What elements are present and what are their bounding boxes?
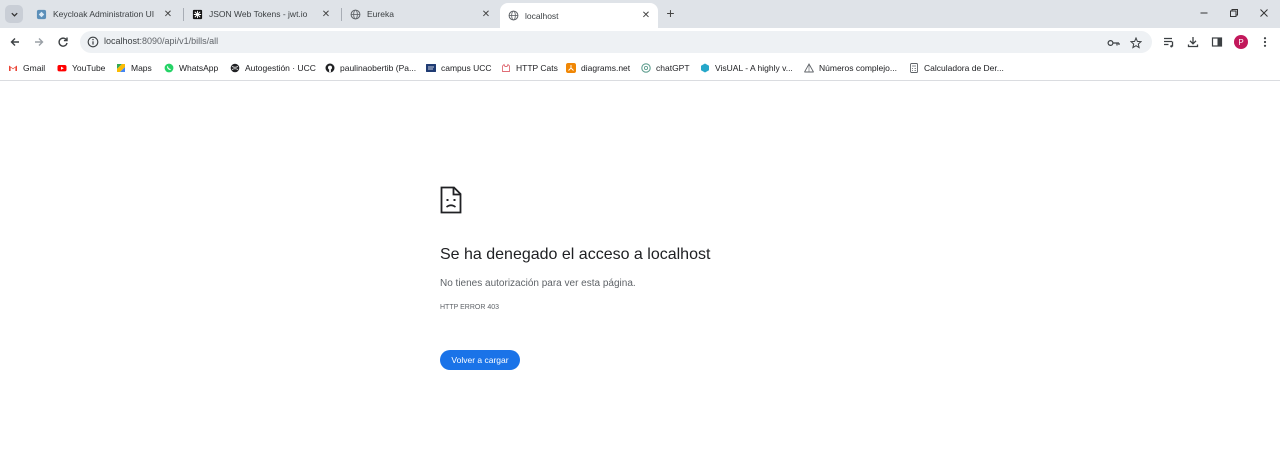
menu-button[interactable] — [1258, 35, 1272, 49]
cat-icon — [502, 63, 510, 72]
close-tab-icon[interactable]: ✕ — [640, 10, 652, 22]
reload-icon — [58, 37, 68, 47]
error-code: HTTP ERROR 403 — [440, 304, 499, 311]
media-controls-button[interactable] — [1162, 35, 1176, 49]
bookmark-star-button[interactable] — [1129, 36, 1142, 49]
globe-icon — [508, 10, 519, 21]
bookmark-github[interactable]: paulinaobertib (Pa... — [325, 61, 416, 75]
url-path: :8090/api/v1/bills/all — [139, 36, 219, 46]
address-bar[interactable]: localhost:8090/api/v1/bills/all — [80, 31, 1152, 53]
bookmark-label: Números complejo... — [819, 63, 897, 73]
error-title: Se ha denegado el acceso a localhost — [440, 246, 711, 263]
close-tab-icon[interactable]: ✕ — [320, 8, 332, 20]
error-description: No tienes autorización para ver esta pág… — [440, 278, 636, 289]
tab-keycloak[interactable]: Keycloak Administration UI ✕ — [28, 3, 180, 25]
bookmark-maps[interactable]: Maps — [116, 61, 152, 75]
youtube-icon — [57, 65, 67, 72]
tab-localhost[interactable]: localhost ✕ — [500, 3, 658, 28]
browser-toolbar: localhost:8090/api/v1/bills/all — [0, 28, 1280, 56]
new-tab-button[interactable]: + — [664, 6, 677, 20]
side-panel-button[interactable] — [1210, 35, 1224, 49]
ucc-icon — [426, 64, 436, 72]
side-panel-icon — [1211, 37, 1223, 47]
bookmark-numeros-complejos[interactable]: Números complejo... — [804, 61, 897, 75]
globe-icon — [350, 9, 361, 19]
close-icon — [1260, 9, 1268, 17]
close-tab-icon[interactable]: ✕ — [480, 8, 492, 20]
bookmark-calculadora[interactable]: Calculadora de Der... — [909, 61, 1004, 75]
gmail-icon — [9, 65, 17, 71]
tab-title: Eureka — [367, 9, 394, 19]
bookmark-chatgpt[interactable]: chatGPT — [641, 61, 690, 75]
bookmark-label: paulinaobertib (Pa... — [340, 63, 417, 73]
arrow-right-icon — [35, 38, 44, 46]
chatgpt-icon — [641, 63, 651, 73]
profile-avatar[interactable]: P — [1234, 35, 1248, 49]
github-icon — [325, 63, 335, 73]
close-tab-icon[interactable]: ✕ — [162, 8, 174, 20]
close-window-button[interactable] — [1257, 6, 1271, 20]
restore-button[interactable] — [1227, 6, 1241, 20]
info-icon[interactable] — [87, 36, 99, 48]
tab-jwt[interactable]: JSON Web Tokens - jwt.io ✕ — [184, 3, 338, 25]
bookmark-label: Autogestión · UCC — [245, 63, 316, 73]
tab-eureka[interactable]: Eureka ✕ — [342, 3, 498, 25]
downloads-button[interactable] — [1186, 35, 1200, 49]
url-text[interactable]: localhost:8090/api/v1/bills/all — [104, 36, 218, 46]
whatsapp-icon — [164, 63, 174, 73]
bookmark-label: VisUAL - A highly v... — [715, 63, 793, 73]
back-button[interactable] — [8, 35, 22, 49]
bookmarks-bar: Gmail YouTube Maps WhatsApp Autogestión … — [0, 56, 1280, 81]
triangle-icon — [804, 63, 814, 73]
tab-search-button[interactable] — [5, 5, 23, 23]
jwt-icon — [192, 9, 203, 19]
url-host: localhost — [104, 36, 140, 46]
visual-icon — [701, 63, 709, 73]
more-vert-icon — [1263, 37, 1267, 47]
bookmark-http-cats[interactable]: HTTP Cats — [501, 61, 558, 75]
bookmark-autogestion[interactable]: Autogestión · UCC — [230, 61, 316, 75]
maps-icon — [117, 64, 125, 72]
forward-button[interactable] — [32, 35, 46, 49]
bookmark-label: diagrams.net — [581, 63, 631, 73]
bookmark-label: Maps — [131, 63, 152, 73]
arrow-left-icon — [10, 38, 19, 46]
bookmark-diagrams[interactable]: diagrams.net — [566, 61, 630, 75]
reload-page-button[interactable]: Volver a cargar — [440, 350, 520, 370]
bookmark-label: YouTube — [72, 63, 106, 73]
bookmark-youtube[interactable]: YouTube — [57, 61, 105, 75]
download-icon — [1187, 37, 1199, 48]
tab-title: JSON Web Tokens - jwt.io — [209, 9, 308, 19]
bookmark-label: Calculadora de Der... — [924, 63, 1004, 73]
minimize-button[interactable] — [1197, 6, 1211, 20]
chevron-down-icon — [10, 12, 18, 17]
reload-button[interactable] — [56, 35, 70, 49]
key-icon — [1107, 39, 1120, 46]
tab-strip: Keycloak Administration UI ✕ JSON Web To… — [0, 0, 1280, 28]
bookmark-label: WhatsApp — [179, 63, 219, 73]
bookmark-label: campus UCC — [441, 63, 492, 73]
bookmark-whatsapp[interactable]: WhatsApp — [164, 61, 218, 75]
minimize-icon — [1200, 12, 1208, 14]
star-icon — [1129, 36, 1142, 49]
tab-title: Keycloak Administration UI — [53, 9, 155, 19]
tab-title: localhost — [525, 10, 559, 21]
diagrams-icon — [566, 63, 576, 73]
bookmark-visual[interactable]: VisUAL - A highly v... — [700, 61, 793, 75]
restore-icon — [1230, 9, 1238, 17]
calculator-icon — [910, 63, 918, 73]
playlist-icon — [1164, 37, 1174, 48]
globe-icon — [230, 63, 240, 73]
password-key-button[interactable] — [1107, 36, 1120, 49]
keycloak-icon — [36, 9, 47, 19]
bookmark-campus-ucc[interactable]: campus UCC — [426, 61, 492, 75]
sad-page-icon — [440, 186, 462, 214]
bookmark-gmail[interactable]: Gmail — [8, 61, 45, 75]
bookmark-label: chatGPT — [656, 63, 690, 73]
bookmark-label: Gmail — [23, 63, 46, 73]
bookmark-label: HTTP Cats — [516, 63, 558, 73]
